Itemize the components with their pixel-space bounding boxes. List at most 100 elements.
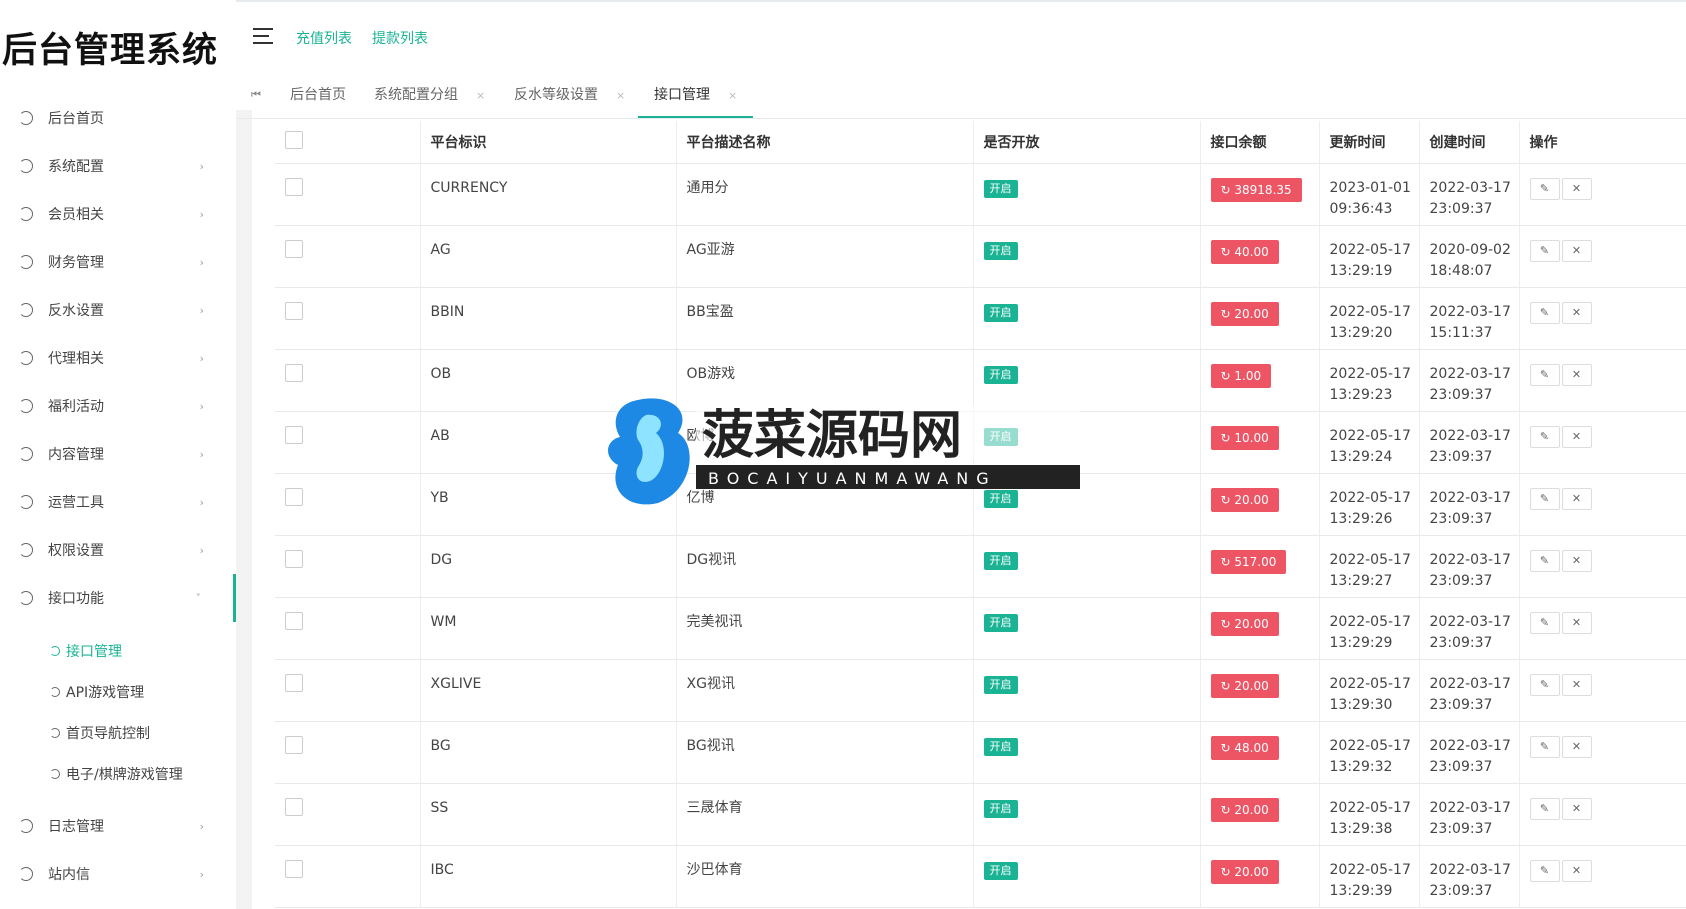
delete-icon[interactable]: ✕ bbox=[1561, 736, 1592, 758]
sidebar-item[interactable]: 接口功能 ˇ bbox=[0, 574, 236, 622]
status-badge[interactable]: 开启 bbox=[983, 614, 1018, 632]
delete-icon[interactable]: ✕ bbox=[1561, 674, 1592, 696]
balance-button[interactable]: ↻ 20.00 bbox=[1210, 798, 1279, 822]
menu-toggle-icon[interactable] bbox=[253, 28, 273, 44]
edit-icon[interactable]: ✎ bbox=[1529, 860, 1560, 882]
select-all-checkbox[interactable] bbox=[285, 131, 303, 149]
row-checkbox[interactable] bbox=[285, 736, 303, 754]
sidebar-item[interactable]: 反水设置 › bbox=[0, 286, 236, 334]
balance-button[interactable]: ↻ 40.00 bbox=[1210, 240, 1279, 264]
edit-icon[interactable]: ✎ bbox=[1529, 674, 1560, 696]
row-checkbox[interactable] bbox=[285, 612, 303, 630]
sidebar-item[interactable]: 代理相关 › bbox=[0, 334, 236, 382]
balance-value: 20.00 bbox=[1234, 493, 1269, 507]
delete-icon[interactable]: ✕ bbox=[1561, 178, 1592, 200]
status-badge[interactable]: 开启 bbox=[983, 304, 1018, 322]
edit-icon[interactable]: ✎ bbox=[1529, 550, 1560, 572]
row-checkbox[interactable] bbox=[285, 550, 303, 568]
time: 23:09:37 bbox=[1429, 573, 1493, 589]
row-checkbox[interactable] bbox=[285, 178, 303, 196]
submenu-item[interactable]: 接口管理 bbox=[0, 630, 236, 671]
time: 13:29:20 bbox=[1329, 325, 1393, 341]
row-checkbox[interactable] bbox=[285, 240, 303, 258]
edit-icon[interactable]: ✎ bbox=[1529, 612, 1560, 634]
sidebar-item[interactable]: 系统配置 › bbox=[0, 142, 236, 190]
tab-system-config-group[interactable]: 系统配置分组 × bbox=[374, 72, 485, 118]
sidebar-item[interactable]: 日志管理 › bbox=[0, 802, 236, 850]
withdraw-list-link[interactable]: 提款列表 bbox=[372, 28, 428, 48]
status-badge[interactable]: 开启 bbox=[983, 862, 1018, 880]
status-badge[interactable]: 开启 bbox=[983, 242, 1018, 260]
delete-icon[interactable]: ✕ bbox=[1561, 364, 1592, 386]
status-badge[interactable]: 开启 bbox=[983, 738, 1018, 756]
tab-close-icon[interactable]: × bbox=[616, 89, 625, 102]
status-badge[interactable]: 开启 bbox=[983, 552, 1018, 570]
edit-icon[interactable]: ✎ bbox=[1529, 240, 1560, 262]
status-badge[interactable]: 开启 bbox=[983, 490, 1018, 508]
balance-button[interactable]: ↻ 20.00 bbox=[1210, 860, 1279, 884]
row-checkbox[interactable] bbox=[285, 426, 303, 444]
edit-icon[interactable]: ✎ bbox=[1529, 426, 1560, 448]
tab-home[interactable]: 后台首页 bbox=[290, 72, 346, 118]
balance-button[interactable]: ↻ 20.00 bbox=[1210, 302, 1279, 326]
status-badge[interactable]: 开启 bbox=[983, 366, 1018, 384]
balance-button[interactable]: ↻ 48.00 bbox=[1210, 736, 1279, 760]
recharge-list-link[interactable]: 充值列表 bbox=[296, 28, 352, 48]
balance-button[interactable]: ↻ 517.00 bbox=[1210, 550, 1287, 574]
sidebar-item[interactable]: 站内信 › bbox=[0, 850, 236, 898]
status-badge[interactable]: 开启 bbox=[983, 428, 1018, 446]
row-checkbox[interactable] bbox=[285, 860, 303, 878]
submenu-item[interactable]: API游戏管理 bbox=[0, 671, 236, 712]
row-checkbox[interactable] bbox=[285, 798, 303, 816]
edit-icon[interactable]: ✎ bbox=[1529, 488, 1560, 510]
delete-icon[interactable]: ✕ bbox=[1561, 860, 1592, 882]
delete-icon[interactable]: ✕ bbox=[1561, 550, 1592, 572]
row-checkbox[interactable] bbox=[285, 302, 303, 320]
balance-button[interactable]: ↻ 38918.35 bbox=[1210, 178, 1302, 202]
platform-code: SS bbox=[420, 783, 677, 846]
tab-close-icon[interactable]: × bbox=[728, 89, 737, 102]
sidebar-item[interactable]: 后台首页 bbox=[0, 94, 236, 142]
actions-cell: ✎ ✕ bbox=[1519, 783, 1686, 846]
sidebar-item[interactable]: 会员相关 › bbox=[0, 190, 236, 238]
sidebar-item[interactable]: 财务管理 › bbox=[0, 238, 236, 286]
row-checkbox[interactable] bbox=[285, 364, 303, 382]
status-badge[interactable]: 开启 bbox=[983, 676, 1018, 694]
row-checkbox[interactable] bbox=[285, 674, 303, 692]
edit-icon[interactable]: ✎ bbox=[1529, 798, 1560, 820]
edit-icon[interactable]: ✎ bbox=[1529, 178, 1560, 200]
delete-icon[interactable]: ✕ bbox=[1561, 798, 1592, 820]
edit-icon[interactable]: ✎ bbox=[1529, 736, 1560, 758]
col-header: 创建时间 bbox=[1419, 121, 1520, 164]
sidebar-item[interactable]: 福利活动 › bbox=[0, 382, 236, 430]
tab-interface-management[interactable]: 接口管理 × bbox=[638, 72, 754, 118]
delete-icon[interactable]: ✕ bbox=[1561, 302, 1592, 324]
sidebar-item[interactable]: 内容管理 › bbox=[0, 430, 236, 478]
row-checkbox[interactable] bbox=[285, 488, 303, 506]
delete-icon[interactable]: ✕ bbox=[1561, 612, 1592, 634]
submenu-item[interactable]: 首页导航控制 bbox=[0, 712, 236, 753]
table-row: OB OB游戏 开启 ↻ 1.00 2022-05-17 13:29:23 2022-03-… bbox=[275, 349, 1686, 412]
balance-cell: ↻ 38918.35 bbox=[1200, 163, 1320, 226]
sidebar-item[interactable]: 权限设置 › bbox=[0, 526, 236, 574]
tab-close-icon[interactable]: × bbox=[476, 89, 485, 102]
status-badge[interactable]: 开启 bbox=[983, 800, 1018, 818]
delete-icon[interactable]: ✕ bbox=[1561, 240, 1592, 262]
status-badge[interactable]: 开启 bbox=[983, 180, 1018, 198]
balance-button[interactable]: ↻ 10.00 bbox=[1210, 426, 1279, 450]
balance-button[interactable]: ↻ 1.00 bbox=[1210, 364, 1272, 388]
balance-value: 20.00 bbox=[1234, 865, 1269, 879]
balance-button[interactable]: ↻ 20.00 bbox=[1210, 674, 1279, 698]
submenu-item[interactable]: 电子/棋牌游戏管理 bbox=[0, 753, 236, 794]
balance-button[interactable]: ↻ 20.00 bbox=[1210, 488, 1279, 512]
edit-icon[interactable]: ✎ bbox=[1529, 302, 1560, 324]
refresh-circle-icon bbox=[19, 867, 33, 881]
sidebar-item-label: 日志管理 bbox=[48, 819, 104, 835]
balance-button[interactable]: ↻ 20.00 bbox=[1210, 612, 1279, 636]
delete-icon[interactable]: ✕ bbox=[1561, 488, 1592, 510]
time: 09:36:43 bbox=[1329, 201, 1393, 217]
sidebar-item[interactable]: 运营工具 › bbox=[0, 478, 236, 526]
edit-icon[interactable]: ✎ bbox=[1529, 364, 1560, 386]
tab-rebate-level[interactable]: 反水等级设置 × bbox=[514, 72, 625, 118]
delete-icon[interactable]: ✕ bbox=[1561, 426, 1592, 448]
